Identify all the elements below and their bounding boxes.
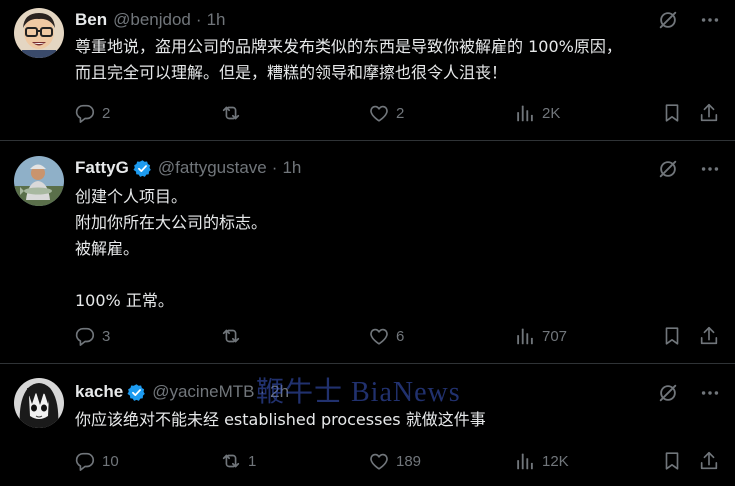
action-bar: 3 6 707 — [74, 324, 724, 348]
share-icon — [698, 325, 720, 347]
bookmark-button[interactable] — [661, 101, 683, 125]
heart-icon — [368, 102, 390, 124]
reply-button[interactable]: 2 — [74, 101, 110, 125]
views-button[interactable]: 707 — [514, 324, 567, 348]
separator: · — [195, 10, 202, 29]
tweet-header: Ben @benjdod · 1h — [75, 9, 225, 31]
verified-badge-icon — [133, 159, 152, 178]
more-icon[interactable] — [699, 382, 721, 404]
share-button[interactable] — [698, 449, 720, 473]
share-button[interactable] — [698, 101, 720, 125]
grok-icon[interactable] — [657, 382, 679, 404]
grok-icon[interactable] — [657, 158, 679, 180]
tweet[interactable]: Ben @benjdod · 1h 尊重地说，盗用公司的品牌来发布类似的东西是导… — [0, 0, 735, 141]
view-count: 12K — [542, 452, 569, 470]
timestamp[interactable]: 1h — [282, 158, 301, 178]
heart-icon — [368, 450, 390, 472]
user-handle[interactable]: @fattygustave — [158, 158, 267, 178]
bookmark-button[interactable] — [661, 324, 683, 348]
heart-icon — [368, 325, 390, 347]
action-bar: 10 1 189 12K — [74, 449, 724, 473]
more-icon[interactable] — [699, 9, 721, 31]
timestamp[interactable]: 1h — [207, 10, 226, 30]
avatar[interactable] — [14, 156, 64, 206]
like-count: 2 — [396, 104, 405, 122]
views-button[interactable]: 2K — [514, 101, 560, 125]
display-name[interactable]: kache — [75, 382, 123, 402]
tweet-text: 创建个人项目。 附加你所在大公司的标志。 被解雇。 100% 正常。 — [75, 187, 268, 310]
watermark: 鞭牛士 BiaNews — [256, 377, 461, 408]
bookmark-icon — [661, 102, 683, 124]
grok-icon[interactable] — [657, 9, 679, 31]
retweet-button[interactable] — [220, 324, 248, 348]
separator: · — [271, 158, 278, 177]
views-icon — [514, 102, 536, 124]
retweet-button[interactable] — [220, 101, 248, 125]
share-icon — [698, 450, 720, 472]
retweet-icon — [220, 450, 242, 472]
more-icon[interactable] — [699, 158, 721, 180]
reply-count: 10 — [102, 452, 119, 470]
bookmark-button[interactable] — [661, 449, 683, 473]
reply-button[interactable]: 10 — [74, 449, 119, 473]
user-handle[interactable]: @benjdod — [113, 10, 191, 30]
verified-badge-icon — [127, 383, 146, 402]
avatar[interactable] — [14, 8, 64, 58]
display-name[interactable]: Ben — [75, 10, 107, 30]
views-icon — [514, 325, 536, 347]
display-name[interactable]: FattyG — [75, 158, 129, 178]
retweet-count: 1 — [248, 452, 257, 470]
retweet-icon — [220, 325, 242, 347]
tweet-text: 你应该绝对不能未经 established processes 就做这件事 — [75, 410, 486, 429]
reply-icon — [74, 325, 96, 347]
reply-icon — [74, 102, 96, 124]
view-count: 2K — [542, 104, 561, 122]
tweet[interactable]: FattyG @fattygustave · 1h 创建个人项目。 附加你所在大… — [0, 141, 735, 364]
tweet-header: FattyG @fattygustave · 1h — [75, 157, 301, 179]
reply-button[interactable]: 3 — [74, 324, 110, 348]
user-handle[interactable]: @yacineMTB — [152, 382, 254, 402]
retweet-button[interactable]: 1 — [220, 449, 256, 473]
action-bar: 2 2 2K — [74, 101, 724, 125]
like-button[interactable]: 189 — [368, 449, 421, 473]
like-count: 189 — [396, 452, 422, 470]
reply-icon — [74, 450, 96, 472]
avatar[interactable] — [14, 378, 64, 428]
views-button[interactable]: 12K — [514, 449, 569, 473]
share-icon — [698, 102, 720, 124]
view-count: 707 — [542, 327, 568, 345]
share-button[interactable] — [698, 324, 720, 348]
like-count: 6 — [396, 327, 405, 345]
bookmark-icon — [661, 450, 683, 472]
retweet-icon — [220, 102, 242, 124]
reply-count: 2 — [102, 104, 111, 122]
like-button[interactable]: 6 — [368, 324, 404, 348]
reply-count: 3 — [102, 327, 111, 345]
views-icon — [514, 450, 536, 472]
like-button[interactable]: 2 — [368, 101, 404, 125]
bookmark-icon — [661, 325, 683, 347]
tweet-text: 尊重地说，盗用公司的品牌来发布类似的东西是导致你被解雇的 100%原因， 而且完… — [75, 37, 622, 82]
